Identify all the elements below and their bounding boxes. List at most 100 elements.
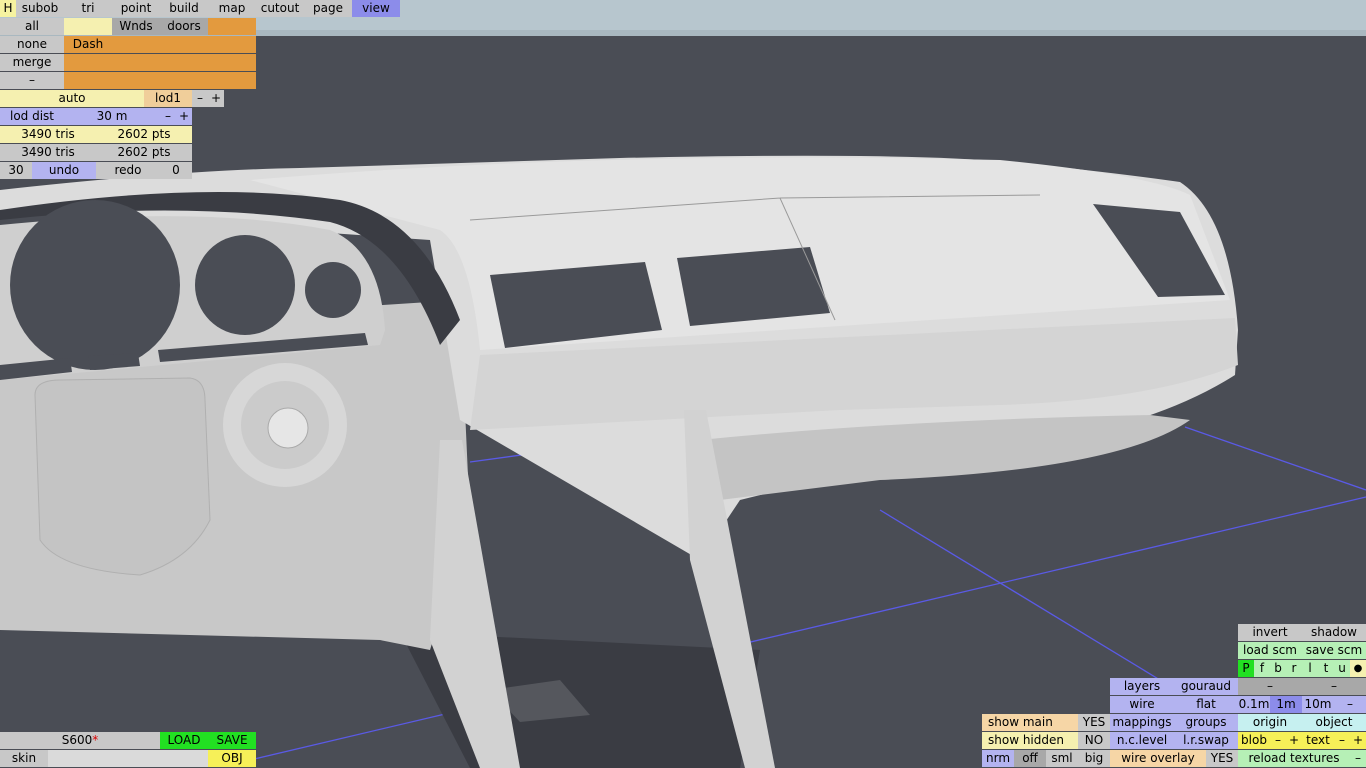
menu-view[interactable]: view	[352, 0, 400, 17]
filename-field[interactable]: S600*	[0, 732, 160, 749]
wire-overlay-toggle[interactable]: YES	[1206, 750, 1238, 767]
text-button[interactable]: text	[1302, 732, 1334, 749]
object-button[interactable]: object	[1302, 714, 1366, 731]
select-none-button[interactable]: none	[0, 36, 64, 53]
subobject-slot[interactable]	[112, 72, 160, 89]
minus-button[interactable]: –	[0, 72, 64, 89]
size-big-button[interactable]: big	[1078, 750, 1110, 767]
view-front-button[interactable]: f	[1254, 660, 1270, 677]
grid-minus-button[interactable]: –	[1334, 696, 1366, 713]
slider-minus-1[interactable]: –	[1238, 678, 1302, 695]
subobject-slot[interactable]	[112, 54, 160, 71]
wire-overlay-label: wire overlay	[1110, 750, 1206, 767]
size-off-button[interactable]: off	[1014, 750, 1046, 767]
total-tris-count: 3490 tris	[0, 144, 96, 161]
grid-10m-button[interactable]: 10m	[1302, 696, 1334, 713]
subobject-slot[interactable]	[160, 72, 208, 89]
nc-level-button[interactable]: n.c.level	[1110, 732, 1174, 749]
speedometer-hole	[10, 200, 180, 370]
filename: S600	[61, 733, 93, 747]
groups-button[interactable]: groups	[1174, 714, 1238, 731]
subobject-wnds[interactable]: Wnds	[112, 18, 160, 35]
view-top-button[interactable]: t	[1318, 660, 1334, 677]
show-main-label: show main	[982, 714, 1078, 731]
undo-button[interactable]: undo	[32, 162, 96, 179]
blob-plus-button[interactable]: +	[1286, 732, 1302, 749]
blob-button[interactable]: blob	[1238, 732, 1270, 749]
redo-button[interactable]: redo	[96, 162, 160, 179]
reload-textures-button[interactable]: reload textures	[1238, 750, 1350, 767]
menu-cutout[interactable]: cutout	[256, 0, 304, 17]
menu-build[interactable]: build	[160, 0, 208, 17]
lod-dist-value[interactable]: 30 m	[64, 108, 160, 125]
text-minus-button[interactable]: –	[1334, 732, 1350, 749]
subobject-slot-1[interactable]	[64, 18, 112, 35]
menu-page[interactable]: page	[304, 0, 352, 17]
lod-plus-button[interactable]: +	[208, 90, 224, 107]
subobject-slot[interactable]	[160, 54, 208, 71]
size-nrm-button[interactable]: nrm	[982, 750, 1014, 767]
view-under-button[interactable]: u	[1334, 660, 1350, 677]
subobject-slot[interactable]	[64, 54, 112, 71]
lod-minus-button[interactable]: –	[192, 90, 208, 107]
lod-auto-button[interactable]: auto	[0, 90, 144, 107]
origin-button[interactable]: origin	[1238, 714, 1302, 731]
subobject-dash[interactable]: Dash	[64, 36, 112, 53]
obj-export-button[interactable]: OBJ	[208, 750, 256, 767]
mappings-button[interactable]: mappings	[1110, 714, 1174, 731]
view-right-button[interactable]: r	[1286, 660, 1302, 677]
subobject-doors[interactable]: doors	[160, 18, 208, 35]
flat-button[interactable]: flat	[1174, 696, 1238, 713]
view-back-button[interactable]: b	[1270, 660, 1286, 677]
merge-button[interactable]: merge	[0, 54, 64, 71]
menu-point[interactable]: point	[112, 0, 160, 17]
skin-field[interactable]	[48, 750, 208, 767]
lod-dist-minus[interactable]: –	[160, 108, 176, 125]
view-perspective-button[interactable]: P	[1238, 660, 1254, 677]
total-pts-count: 2602 pts	[96, 144, 192, 161]
show-main-toggle[interactable]: YES	[1078, 714, 1110, 731]
center-panel	[34, 377, 211, 576]
shadow-button[interactable]: shadow	[1302, 624, 1366, 641]
dot-toggle-button[interactable]: ●	[1350, 660, 1366, 677]
view-left-button[interactable]: l	[1302, 660, 1318, 677]
load-scm-button[interactable]: load scm	[1238, 642, 1302, 659]
modified-mark: *	[92, 733, 99, 747]
undo-count: 30	[0, 162, 32, 179]
subobject-slot[interactable]	[112, 36, 160, 53]
wire-button[interactable]: wire	[1110, 696, 1174, 713]
load-button[interactable]: LOAD	[160, 732, 208, 749]
subobject-slot[interactable]	[208, 54, 256, 71]
menu-subob[interactable]: subob	[16, 0, 64, 17]
lod-level-button[interactable]: lod1	[144, 90, 192, 107]
3d-viewport[interactable]	[0, 0, 1366, 768]
pts-count: 2602 pts	[96, 126, 192, 143]
grid-0-1m-button[interactable]: 0.1m	[1238, 696, 1270, 713]
subobject-slot[interactable]	[208, 72, 256, 89]
save-scm-button[interactable]: save scm	[1302, 642, 1366, 659]
slider-minus-2[interactable]: –	[1302, 678, 1366, 695]
gauge-hole	[195, 235, 295, 335]
lod-dist-label: lod dist	[0, 108, 64, 125]
subobject-slot[interactable]	[160, 36, 208, 53]
text-plus-button[interactable]: +	[1350, 732, 1366, 749]
subobject-slot[interactable]	[64, 72, 112, 89]
lod-dist-plus[interactable]: +	[176, 108, 192, 125]
layers-button[interactable]: layers	[1110, 678, 1174, 695]
small-gauge-hole	[305, 262, 361, 318]
menu-map[interactable]: map	[208, 0, 256, 17]
reload-minus-button[interactable]: –	[1350, 750, 1366, 767]
blob-minus-button[interactable]: –	[1270, 732, 1286, 749]
select-all-button[interactable]: all	[0, 18, 64, 35]
lr-swap-button[interactable]: l.r.swap	[1174, 732, 1238, 749]
grid-1m-button[interactable]: 1m	[1270, 696, 1302, 713]
h-toggle-button[interactable]: H	[0, 0, 16, 17]
invert-button[interactable]: invert	[1238, 624, 1302, 641]
subobject-slot-4[interactable]	[208, 18, 256, 35]
size-sml-button[interactable]: sml	[1046, 750, 1078, 767]
menu-tri[interactable]: tri	[64, 0, 112, 17]
gouraud-button[interactable]: gouraud	[1174, 678, 1238, 695]
save-button[interactable]: SAVE	[208, 732, 256, 749]
show-hidden-toggle[interactable]: NO	[1078, 732, 1110, 749]
subobject-slot[interactable]	[208, 36, 256, 53]
